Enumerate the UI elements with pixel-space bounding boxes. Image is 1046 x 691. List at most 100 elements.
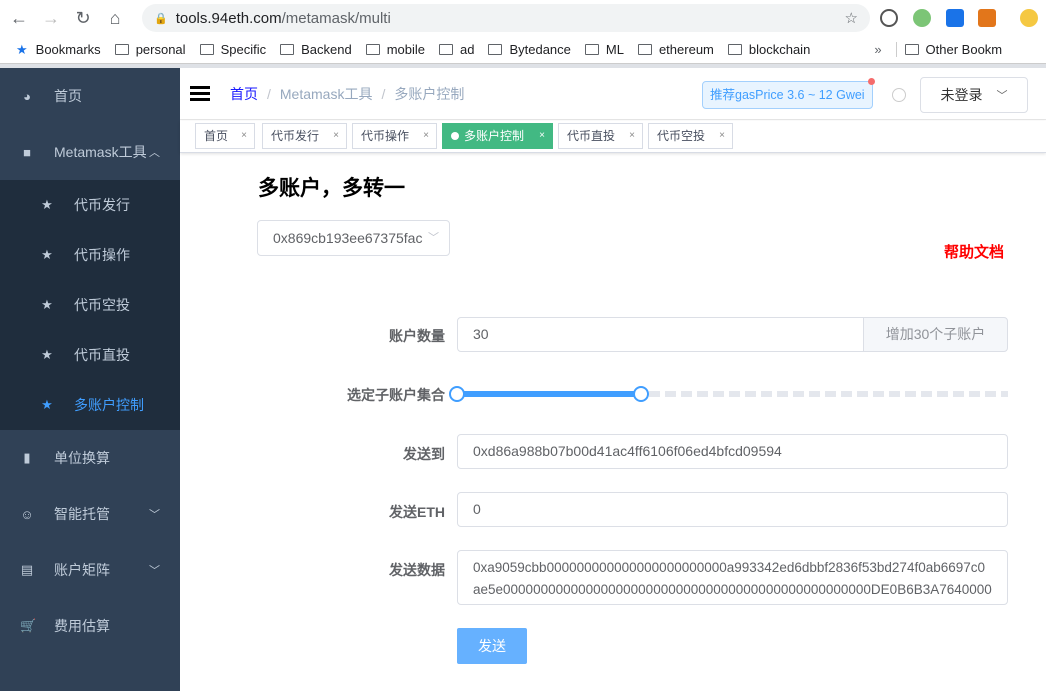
bookmark-folder[interactable]: Backend (280, 42, 352, 57)
bookmarks-overflow-button[interactable]: » (874, 42, 881, 57)
slider-handle-start[interactable] (449, 386, 465, 402)
folder-icon (727, 44, 742, 55)
count-label: 账户数量 (389, 328, 445, 344)
sidebar-item-custody[interactable]: ☺ 智能托管 ﹀ (0, 486, 180, 542)
page-title: 多账户，多转一 (258, 177, 405, 200)
slider-bar (457, 391, 641, 397)
star-icon: ★ (41, 347, 53, 362)
sidebar-item-home[interactable]: ◕ 首页 (0, 68, 180, 124)
send-button[interactable]: 发送 (457, 628, 527, 664)
close-icon[interactable]: × (333, 124, 339, 148)
bookmark-folder[interactable]: blockchain (727, 42, 810, 57)
tag-home[interactable]: 首页 × (195, 123, 255, 149)
close-icon[interactable]: × (423, 124, 429, 148)
reload-icon[interactable]: ↻ (70, 8, 96, 29)
folder-icon (438, 44, 453, 55)
bookmark-folder[interactable]: ML (584, 42, 624, 57)
sidebar-item-metamask[interactable]: ■ Metamask工具 ︿ (0, 124, 180, 180)
forward-icon[interactable]: → (38, 8, 64, 29)
close-icon[interactable]: × (241, 124, 247, 148)
send-data-textarea[interactable]: 0xa9059cbb000000000000000000000000a99334… (457, 550, 1008, 605)
robot-icon: ☺ (20, 506, 34, 522)
folder-icon (584, 44, 599, 55)
tag-token-issue[interactable]: 代币发行 × (262, 123, 347, 149)
profile-avatar[interactable] (1020, 9, 1038, 27)
folder-icon (488, 44, 503, 55)
folder-icon (637, 44, 652, 55)
help-docs-link[interactable]: 帮助文档 (944, 241, 1004, 262)
account-select[interactable]: 0x869cb193ee67375fac ﹀ (257, 220, 450, 256)
star-icon: ★ (41, 197, 53, 212)
bookmark-folder[interactable]: ad (438, 42, 474, 57)
bookmark-star-icon[interactable]: ☆ (845, 9, 858, 27)
send-eth-label: 发送ETH (389, 504, 445, 520)
close-icon[interactable]: × (629, 124, 635, 148)
send-data-label: 发送数据 (389, 562, 445, 578)
folder-icon (114, 44, 129, 55)
account-count-input[interactable]: 30 (457, 317, 864, 352)
metamask-icon[interactable] (978, 9, 996, 27)
sidebar-item-multi-account[interactable]: ★ 多账户控制 (0, 380, 180, 430)
slider-handle-end[interactable] (632, 386, 649, 402)
address-bar[interactable]: 🔒 tools.94eth.com/metamask/multi ☆ (142, 4, 870, 32)
folder-icon (365, 44, 380, 55)
hamburger-icon[interactable] (190, 83, 210, 104)
tags-view: 首页 × 代币发行 × 代币操作 × 多账户控制 × 代币直投 × 代币空投 × (180, 121, 1046, 153)
send-to-input[interactable]: 0xd86a988b07b00d41ac4ff6106f06ed4bfcd095… (457, 434, 1008, 469)
close-icon[interactable]: × (719, 124, 725, 148)
breadcrumb-item: Metamask工具 (279, 85, 373, 102)
extension-icon[interactable] (913, 9, 931, 27)
folder-icon (280, 44, 295, 55)
star-icon: ★ (41, 397, 53, 412)
close-icon[interactable]: × (539, 124, 545, 148)
add-subaccounts-button[interactable]: 增加30个子账户 (863, 317, 1008, 352)
bookmark-folder[interactable]: personal (114, 42, 186, 57)
bookmark-folder[interactable]: Other Bookm (895, 42, 1002, 57)
sidebar: ◕ 首页 ■ Metamask工具 ︿ ★ 代币发行 ★ 代币操作 ★ 代币空投 ★ 代币直投… (0, 68, 180, 691)
star-icon: ★ (16, 41, 28, 57)
tag-token-ops[interactable]: 代币操作 × (352, 123, 437, 149)
send-eth-input[interactable]: 0 (457, 492, 1008, 527)
sidebar-item-direct[interactable]: ★ 代币直投 (0, 330, 180, 380)
header: 首页 / Metamask工具 / 多账户控制 推荐gasPrice 3.6 ~ 12 … (180, 68, 1046, 120)
tag-multi-account[interactable]: 多账户控制 × (442, 123, 553, 149)
sidebar-item-token-issue[interactable]: ★ 代币发行 (0, 180, 180, 230)
bookmark-folder[interactable]: Bytedance (488, 42, 571, 57)
sidebar-item-airdrop[interactable]: ★ 代币空投 (0, 280, 180, 330)
cart-icon: 🛒 (20, 618, 37, 633)
bookmark-folder[interactable]: Specific (199, 42, 266, 57)
bookmark-folder[interactable]: mobile (365, 42, 425, 57)
table-icon: ▤ (20, 562, 34, 577)
login-dropdown[interactable]: 未登录 ﹀ (920, 77, 1028, 113)
bookmark-item[interactable]: ★ Bookmarks (16, 42, 101, 58)
account-range-slider[interactable] (449, 386, 1008, 402)
breadcrumb: 首页 / Metamask工具 / 多账户控制 (230, 85, 465, 102)
breadcrumb-home[interactable]: 首页 (230, 86, 258, 102)
tag-airdrop[interactable]: 代币空投 × (648, 123, 733, 149)
folder-icon (199, 44, 214, 55)
sidebar-item-fee[interactable]: 🛒 费用估算 (0, 598, 180, 654)
home-icon[interactable]: ⌂ (102, 8, 128, 29)
back-icon[interactable]: ← (6, 8, 32, 29)
send-to-label: 发送到 (403, 446, 445, 462)
range-label: 选定子账户集合 (347, 387, 445, 403)
active-dot-icon (451, 132, 459, 140)
gas-price-badge[interactable]: 推荐gasPrice 3.6 ~ 12 Gwei (702, 78, 875, 109)
dashboard-icon: ◕ (23, 88, 31, 104)
sidebar-item-token-ops[interactable]: ★ 代币操作 (0, 230, 180, 280)
browser-chrome: ← → ↻ ⌂ 🔒 tools.94eth.com/metamask/multi… (0, 0, 1046, 68)
sidebar-item-matrix[interactable]: ▤ 账户矩阵 ﹀ (0, 542, 180, 598)
extension-icon[interactable] (946, 9, 964, 27)
breadcrumb-item: 多账户控制 (394, 85, 465, 102)
star-icon: ★ (41, 297, 53, 312)
extension-icon[interactable] (880, 9, 898, 27)
bookmarks-bar: ★ Bookmarks personal Specific Backend mob… (0, 36, 1046, 64)
bookmark-folder[interactable]: ethereum (637, 42, 714, 57)
sidebar-item-unit-convert[interactable]: ▮ 单位换算 (0, 430, 180, 486)
chart-icon: ▮ (23, 450, 31, 465)
lock-icon: ■ (23, 144, 31, 160)
chevron-down-icon: ﹀ (149, 509, 160, 521)
star-icon: ★ (41, 247, 53, 262)
chevron-down-icon: ﹀ (149, 565, 160, 577)
tag-direct[interactable]: 代币直投 × (558, 123, 643, 149)
